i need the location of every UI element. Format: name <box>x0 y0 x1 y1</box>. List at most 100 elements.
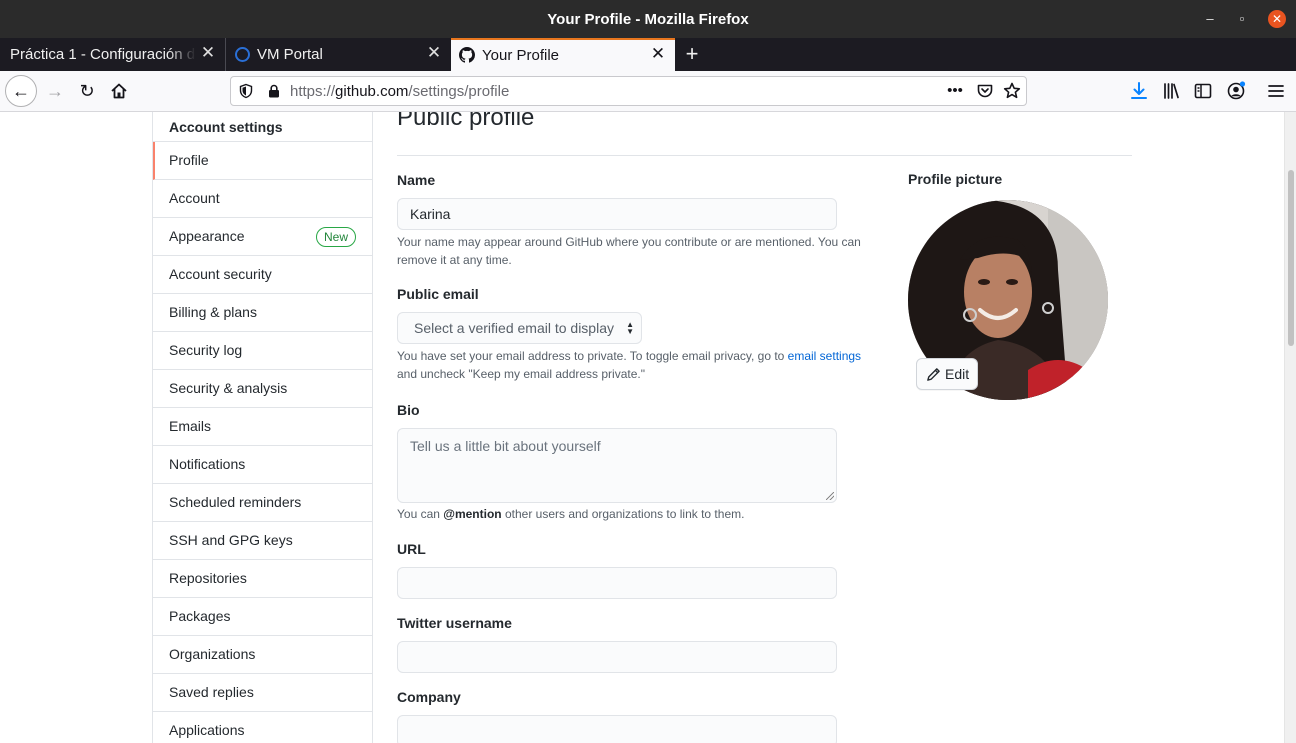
page-actions-menu-icon[interactable]: ••• <box>945 81 965 101</box>
sidebar-item-label: Security & analysis <box>169 380 288 396</box>
sidebar-item-repositories[interactable]: Repositories <box>153 560 372 598</box>
page-viewport: Account settings Profile Account Appeara… <box>0 112 1284 743</box>
email-settings-link[interactable]: email settings <box>788 349 861 363</box>
url-input[interactable] <box>397 567 837 599</box>
sidebar-toggle-icon[interactable] <box>1192 80 1214 102</box>
sidebar-item-packages[interactable]: Packages <box>153 598 372 636</box>
maximize-button[interactable]: ▫ <box>1233 10 1251 28</box>
window-title: Your Profile - Mozilla Firefox <box>547 11 749 28</box>
sidebar-item-label: Security log <box>169 342 243 358</box>
sidebar-item-label: Profile <box>169 152 209 168</box>
bookmark-star-icon[interactable] <box>1002 81 1022 101</box>
edit-profile-picture-button[interactable]: Edit <box>916 358 978 390</box>
twitter-label: Twitter username <box>397 615 512 631</box>
edit-label: Edit <box>945 366 970 382</box>
page-title: Public profile <box>397 112 535 131</box>
sidebar-item-label: Applications <box>169 722 245 738</box>
pocket-icon[interactable] <box>975 81 995 101</box>
home-icon[interactable] <box>108 80 130 102</box>
sidebar-item-emails[interactable]: Emails <box>153 408 372 446</box>
page-scrollbar[interactable] <box>1284 112 1296 743</box>
close-tab-icon[interactable]: ✕ <box>648 44 668 64</box>
sidebar-item-security-analysis[interactable]: Security & analysis <box>153 370 372 408</box>
new-tab-button[interactable]: + <box>681 42 703 66</box>
sidebar-item-label: Appearance <box>169 228 245 244</box>
sidebar-item-label: Notifications <box>169 456 246 472</box>
sidebar-item-label: Organizations <box>169 646 256 662</box>
sidebar-item-label: Account <box>169 190 220 206</box>
profile-picture-label: Profile picture <box>908 171 1003 187</box>
company-input[interactable] <box>397 715 837 743</box>
name-note: Your name may appear around GitHub where… <box>397 235 861 267</box>
settings-sidebar: Account settings Profile Account Appeara… <box>152 112 373 743</box>
close-tab-icon[interactable]: ✕ <box>198 43 218 63</box>
tracking-protection-shield-icon[interactable] <box>238 83 254 99</box>
sidebar-heading: Account settings <box>153 112 372 142</box>
sidebar-item-account-security[interactable]: Account security <box>153 256 372 294</box>
navigation-toolbar: ← → ↻ https://github.com/settings/profil… <box>0 71 1296 112</box>
bio-note: You can @mention other users and organiz… <box>397 507 745 521</box>
name-input[interactable] <box>397 198 837 230</box>
sidebar-item-scheduled-reminders[interactable]: Scheduled reminders <box>153 484 372 522</box>
lock-icon[interactable] <box>267 84 281 98</box>
tab-label: VM Portal <box>257 46 323 63</box>
tab-practica[interactable]: Práctica 1 - Configuración de ✕ <box>0 38 225 71</box>
sidebar-item-billing[interactable]: Billing & plans <box>153 294 372 332</box>
public-email-select[interactable]: Select a verified email to display ▲ ▼ <box>397 312 642 344</box>
close-window-button[interactable]: ✕ <box>1268 10 1286 28</box>
url-bar[interactable]: https://github.com/settings/profile ••• <box>230 76 1027 106</box>
sidebar-item-label: SSH and GPG keys <box>169 532 293 548</box>
vm-portal-favicon-icon <box>235 47 250 62</box>
tab-label: Your Profile <box>482 47 559 64</box>
pencil-icon <box>927 368 940 381</box>
sidebar-item-ssh-gpg-keys[interactable]: SSH and GPG keys <box>153 522 372 560</box>
url-prefix: https:// <box>290 83 336 100</box>
tab-label: Práctica 1 - Configuración de <box>10 46 196 63</box>
url-text[interactable]: https://github.com/settings/profile <box>290 83 509 100</box>
public-email-note: You have set your email address to priva… <box>397 349 862 381</box>
sidebar-item-organizations[interactable]: Organizations <box>153 636 372 674</box>
hamburger-menu-icon[interactable] <box>1265 80 1287 102</box>
account-icon[interactable] <box>1225 80 1247 102</box>
sidebar-item-applications[interactable]: Applications <box>153 712 372 743</box>
window-title-bar: Your Profile - Mozilla Firefox – ▫ ✕ <box>0 0 1296 38</box>
sidebar-item-label: Billing & plans <box>169 304 257 320</box>
sidebar-item-profile[interactable]: Profile <box>153 142 372 180</box>
name-label: Name <box>397 172 436 188</box>
company-label: Company <box>397 689 461 705</box>
sidebar-item-label: Scheduled reminders <box>169 494 302 510</box>
sidebar-item-label: Saved replies <box>169 684 254 700</box>
url-path: /settings/profile <box>408 83 510 100</box>
minimize-button[interactable]: – <box>1201 10 1219 28</box>
bio-label: Bio <box>397 402 420 418</box>
forward-button[interactable]: → <box>44 80 66 102</box>
reload-button[interactable]: ↻ <box>76 80 98 102</box>
sidebar-item-notifications[interactable]: Notifications <box>153 446 372 484</box>
public-email-selected: Select a verified email to display <box>414 320 614 336</box>
bio-textarea[interactable]: Tell us a little bit about yourself <box>397 428 837 503</box>
public-email-label: Public email <box>397 286 479 302</box>
url-label: URL <box>397 541 426 557</box>
close-tab-icon[interactable]: ✕ <box>424 43 444 63</box>
new-badge: New <box>315 227 356 247</box>
sidebar-item-saved-replies[interactable]: Saved replies <box>153 674 372 712</box>
sidebar-item-account[interactable]: Account <box>153 180 372 218</box>
mention-text: @mention <box>443 507 502 521</box>
scrollbar-thumb[interactable] <box>1288 170 1294 346</box>
sidebar-item-label: Emails <box>169 418 212 434</box>
sidebar-item-label: Packages <box>169 608 231 624</box>
back-button[interactable]: ← <box>5 75 37 107</box>
tab-vm-portal[interactable]: VM Portal ✕ <box>225 38 450 71</box>
sidebar-item-label: Repositories <box>169 570 247 586</box>
sidebar-item-appearance[interactable]: Appearance New <box>153 218 372 256</box>
tab-strip: Práctica 1 - Configuración de ✕ VM Porta… <box>0 38 1296 71</box>
resize-grip-icon[interactable] <box>826 492 834 500</box>
twitter-input[interactable] <box>397 641 837 673</box>
sidebar-item-security-log[interactable]: Security log <box>153 332 372 370</box>
downloads-icon[interactable] <box>1128 80 1150 102</box>
bio-placeholder: Tell us a little bit about yourself <box>410 438 601 454</box>
tab-your-profile[interactable]: Your Profile ✕ <box>451 38 675 71</box>
github-favicon-icon <box>459 47 475 63</box>
library-icon[interactable] <box>1160 80 1182 102</box>
select-caret-icon: ▲ ▼ <box>626 320 634 336</box>
